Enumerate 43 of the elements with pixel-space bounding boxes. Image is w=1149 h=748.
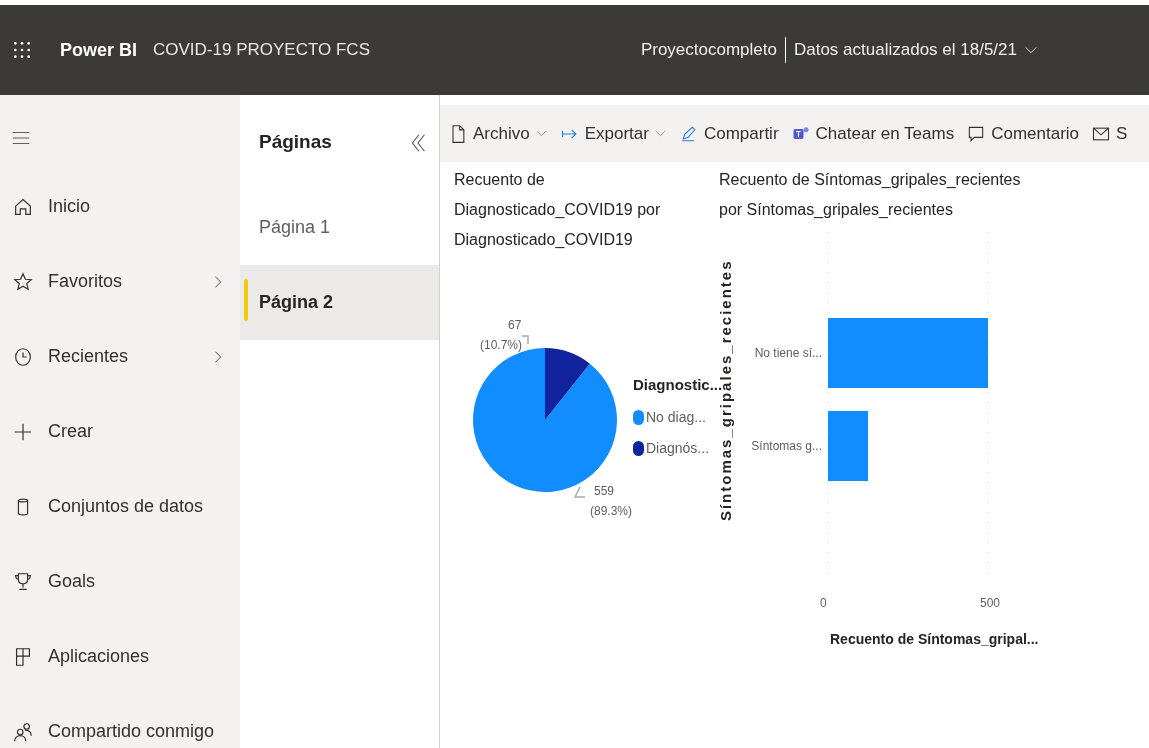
- toolbar-button[interactable]: Chatear en Teams: [790, 120, 955, 147]
- page-tab[interactable]: Página 1: [240, 190, 439, 265]
- page-tab[interactable]: Página 2: [240, 265, 439, 340]
- data-label: 67: [508, 317, 522, 334]
- data-label: (10.7%): [480, 337, 523, 354]
- chart-title-line: Diagnosticado_COVID19: [454, 230, 634, 250]
- data-label: 559: [594, 483, 615, 500]
- toolbar-button[interactable]: Exportar: [559, 120, 667, 147]
- workspace-name: Proyectocompleto: [640, 39, 777, 62]
- toolbar-button[interactable]: Compartir: [678, 120, 779, 147]
- toolbar-button[interactable]: Archivo: [448, 120, 548, 147]
- nav-item[interactable]: Goals: [0, 544, 240, 619]
- nav-item[interactable]: Conjuntos de datos: [0, 469, 240, 544]
- axis-title: Recuento de Síntomas_gripal...: [830, 630, 1039, 649]
- people-icon: [12, 720, 34, 743]
- nav-item[interactable]: Aplicaciones: [0, 619, 240, 694]
- trophy-icon: [12, 570, 34, 593]
- chart-title-line: Recuento de Síntomas_gripales_recientes: [719, 170, 1021, 190]
- toolbar-button[interactable]: Comentario: [966, 120, 1080, 147]
- product-name: Power BI: [60, 38, 138, 62]
- nav-item[interactable]: Compartido conmigo: [0, 694, 240, 748]
- nav-item[interactable]: Favoritos: [0, 244, 240, 319]
- report-title: COVID-19 PROYECTO FCS: [153, 39, 370, 62]
- chart-title-line: Diagnosticado_COVID19 por: [454, 200, 661, 220]
- nav-item[interactable]: Crear: [0, 394, 240, 469]
- tick-label: 0: [820, 595, 827, 612]
- bar: [828, 411, 868, 481]
- leader-line: [573, 486, 586, 498]
- legend-label: No diag...: [646, 407, 706, 427]
- leader-line: [521, 335, 529, 345]
- chart-title-line: Recuento de: [454, 170, 546, 190]
- data-updated-dropdown[interactable]: Datos actualizados el 18/5/21: [793, 37, 1039, 63]
- star-icon: [12, 270, 34, 293]
- nav-item[interactable]: Inicio: [0, 169, 240, 244]
- tick-label: 500: [980, 595, 1001, 612]
- nav-item[interactable]: Recientes: [0, 319, 240, 394]
- app-launcher-icon[interactable]: [12, 40, 32, 60]
- toolbar-button[interactable]: S: [1091, 120, 1128, 147]
- legend-label: Diagnós...: [646, 438, 710, 458]
- data-label: (89.3%): [590, 503, 633, 520]
- chart-title-line: por Síntomas_gripales_recientes: [719, 200, 954, 220]
- pages-title: Páginas: [259, 130, 333, 155]
- clock-icon: [12, 345, 34, 368]
